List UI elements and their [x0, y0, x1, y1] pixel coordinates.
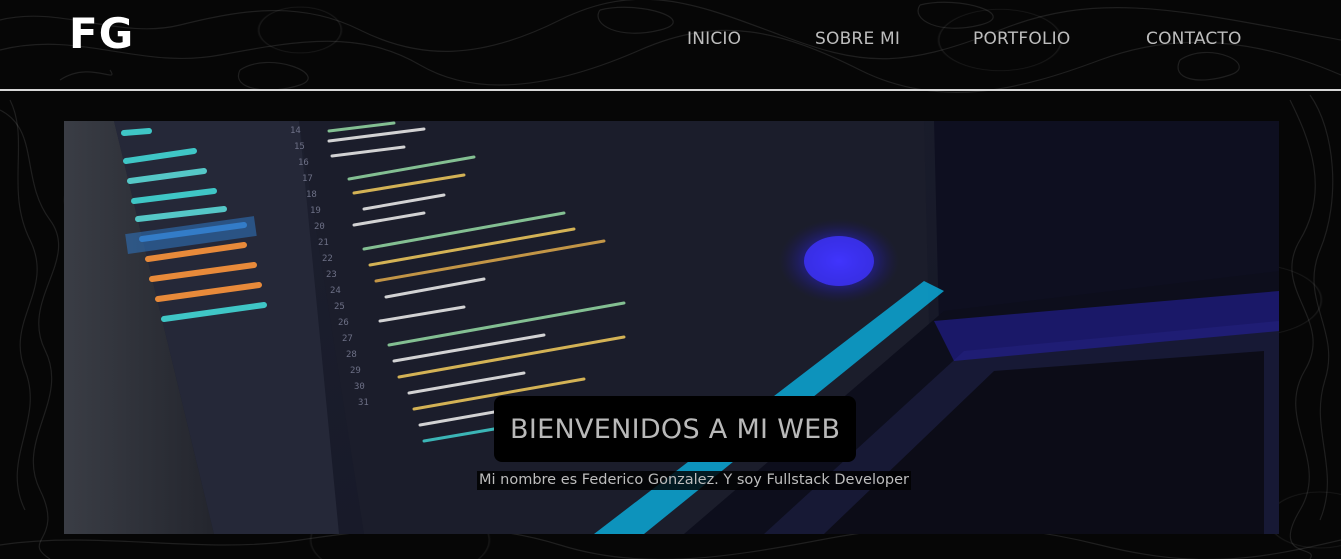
svg-text:19: 19: [310, 206, 321, 216]
site-header: FG INICIO SOBRE MI PORTFOLIO CONTACTO: [0, 0, 1341, 89]
svg-text:29: 29: [350, 366, 361, 376]
svg-text:27: 27: [342, 334, 353, 344]
hero-title: BIENVENIDOS A MI WEB: [510, 413, 841, 445]
nav-link-sobre-mi[interactable]: SOBRE MI: [815, 24, 900, 54]
svg-text:28: 28: [346, 350, 357, 360]
svg-text:24: 24: [330, 286, 341, 296]
nav-link-inicio[interactable]: INICIO: [687, 24, 741, 54]
svg-text:25: 25: [334, 302, 345, 312]
hero-title-box: BIENVENIDOS A MI WEB: [494, 396, 857, 462]
svg-text:30: 30: [354, 382, 365, 392]
logo[interactable]: FG: [69, 8, 134, 60]
svg-text:21: 21: [318, 238, 329, 248]
hero-subtitle: Mi nombre es Federico Gonzalez. Y soy Fu…: [477, 471, 911, 490]
svg-text:31: 31: [358, 398, 369, 408]
svg-text:18: 18: [306, 190, 317, 200]
svg-text:15: 15: [294, 142, 305, 152]
header-divider: [0, 89, 1341, 91]
svg-text:17: 17: [302, 174, 313, 184]
nav-link-contacto[interactable]: CONTACTO: [1146, 24, 1242, 54]
svg-text:23: 23: [326, 270, 337, 280]
svg-text:14: 14: [290, 126, 301, 136]
svg-text:20: 20: [314, 222, 325, 232]
svg-text:22: 22: [322, 254, 333, 264]
nav-link-portfolio[interactable]: PORTFOLIO: [973, 24, 1070, 54]
svg-text:26: 26: [338, 318, 349, 328]
hero-banner: 14 15 16 17 18 19 20 21 22 23 24 25 26 27 28 29 30 3…: [64, 121, 1279, 534]
svg-text:16: 16: [298, 158, 309, 168]
